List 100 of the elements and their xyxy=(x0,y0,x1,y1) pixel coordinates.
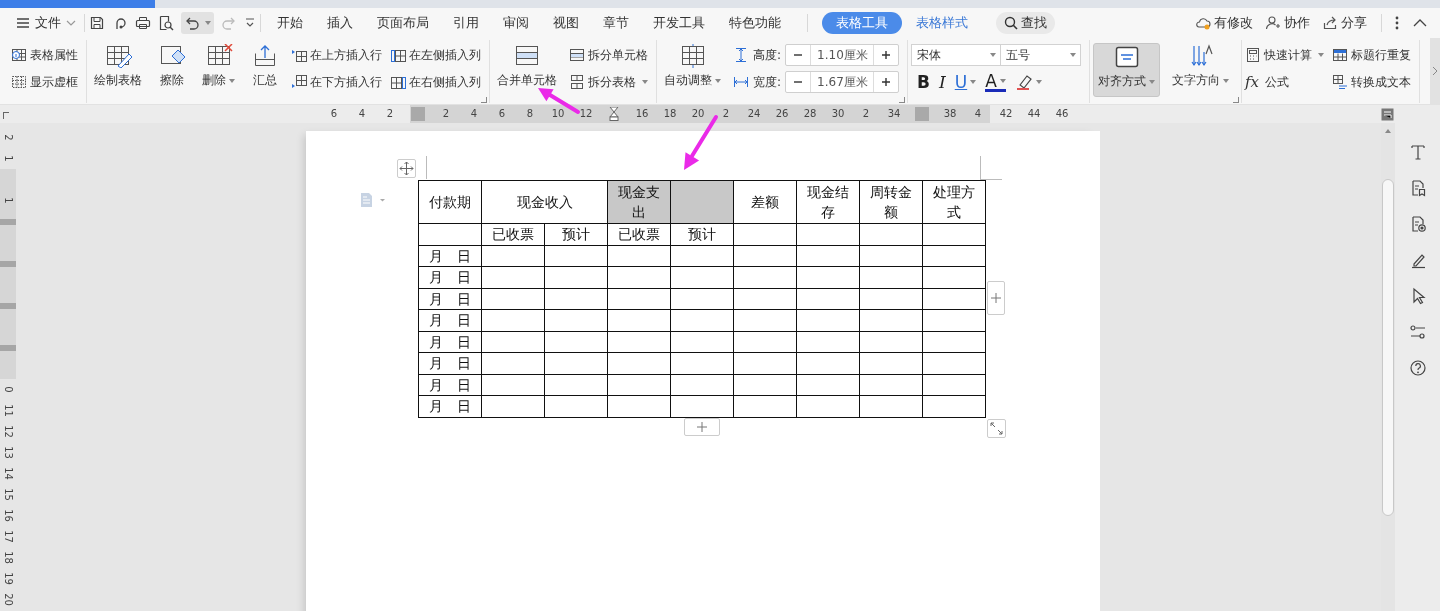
group-launcher[interactable] xyxy=(481,97,487,103)
toolbar-button[interactable]: 有修改 xyxy=(1195,14,1253,32)
ruler-number: 10 xyxy=(550,107,566,121)
ribbon-tab[interactable]: 特色功能 xyxy=(717,12,793,34)
row-marker[interactable] xyxy=(0,344,16,351)
ruler-number: 12 xyxy=(2,425,14,438)
ribbon-tab[interactable]: 引用 xyxy=(441,12,491,34)
ruler-number: 4 xyxy=(973,107,983,121)
toolbar-button[interactable]: 分享 xyxy=(1322,14,1367,32)
number-field[interactable]: 1.67厘米 xyxy=(785,71,900,93)
underline-button[interactable]: U xyxy=(954,72,977,92)
file-menu[interactable]: 文件 xyxy=(14,14,78,32)
ribbon-tab[interactable]: 视图 xyxy=(541,12,591,34)
font-size-select[interactable]: 五号 xyxy=(1001,44,1082,66)
toolbar-button[interactable]: 协作 xyxy=(1265,14,1310,32)
height-icon xyxy=(733,47,749,63)
row-marker[interactable] xyxy=(0,260,16,267)
ribbon-button[interactable]: 显示虚框 xyxy=(11,71,78,93)
ribbon-tab[interactable]: 插入 xyxy=(315,12,365,34)
table-move-handle[interactable] xyxy=(397,159,416,178)
save-icon[interactable] xyxy=(89,15,105,31)
number-field[interactable]: 1.10厘米 xyxy=(785,44,900,66)
bold-button[interactable]: B xyxy=(917,72,930,92)
ribbon-button[interactable]: 标题行重复 xyxy=(1332,44,1412,66)
sliders-icon[interactable] xyxy=(1408,323,1427,341)
indent-marker-icon[interactable] xyxy=(609,107,619,121)
share-icon xyxy=(1322,15,1338,31)
table-cell: 月 日 xyxy=(418,331,482,353)
table-cell: 现金结存 xyxy=(796,180,860,224)
ruler-number: 2 xyxy=(721,107,731,121)
column-marker[interactable] xyxy=(915,107,929,121)
table-cell: 现金收入 xyxy=(481,180,608,224)
table-cell: 月 日 xyxy=(418,374,482,396)
help-icon[interactable] xyxy=(1408,359,1427,377)
ribbon-tab[interactable]: 开始 xyxy=(265,12,315,34)
font-color-button[interactable]: A xyxy=(985,72,1006,92)
ribbon-button[interactable]: 在右侧插入列 xyxy=(390,71,481,93)
table-cell: 预计 xyxy=(670,223,734,245)
ribbon-button[interactable]: fx 公式 xyxy=(1245,71,1325,93)
column-marker[interactable] xyxy=(411,107,425,121)
ribbon-button[interactable]: 删除 xyxy=(198,43,239,97)
text-tool-icon[interactable] xyxy=(1408,143,1427,161)
ruler-number: 20 xyxy=(690,107,706,121)
group-launcher[interactable] xyxy=(1233,97,1240,103)
add-person-icon xyxy=(1265,15,1281,31)
ribbon-button[interactable]: 快速计算 xyxy=(1245,44,1325,66)
highlighter-icon xyxy=(1014,73,1033,91)
scroll-up-icon[interactable] xyxy=(1385,129,1391,133)
ribbon-button[interactable]: 文字方向 xyxy=(1168,43,1234,97)
ribbon-button[interactable]: 在左侧插入列 xyxy=(390,44,481,66)
ribbon-tab[interactable]: 表格样式 xyxy=(902,12,982,34)
ribbon-button[interactable]: 绘制表格 xyxy=(90,43,146,97)
table-cell: 月 日 xyxy=(418,309,482,331)
table-cell: 月 日 xyxy=(418,288,482,310)
ribbon-button[interactable]: 转换成文本 xyxy=(1332,71,1412,93)
ribbon-button[interactable]: 在下方插入行 xyxy=(291,71,382,93)
ribbon-tab[interactable]: 页面布局 xyxy=(365,12,441,34)
ribbon-tab[interactable]: 审阅 xyxy=(491,12,541,34)
ribbon-button[interactable]: 对齐方式 xyxy=(1093,43,1161,97)
row-marker[interactable] xyxy=(0,302,16,309)
italic-button[interactable]: I xyxy=(939,72,946,92)
search-button[interactable]: 查找 xyxy=(996,12,1055,34)
group-launcher[interactable] xyxy=(899,97,906,103)
more-icon[interactable] xyxy=(244,17,256,29)
table-cell: 付款期 xyxy=(418,180,482,224)
ruler-number: 20 xyxy=(2,593,14,606)
ruler-number: 16 xyxy=(634,107,650,121)
scrollbar-thumb[interactable] xyxy=(1382,179,1394,516)
ribbon-tab[interactable]: 开发工具 xyxy=(641,12,717,34)
table-header-icon xyxy=(1332,47,1349,63)
print-icon[interactable] xyxy=(135,15,151,31)
ribbon-button[interactable]: 拆分表格 xyxy=(569,71,648,93)
more-vertical-icon[interactable] xyxy=(1394,15,1400,31)
highlight-button[interactable] xyxy=(1014,73,1042,91)
calculator-icon xyxy=(1245,47,1262,63)
ribbon-button[interactable]: 表格属性 xyxy=(11,44,78,66)
ribbon-button[interactable]: 拆分单元格 xyxy=(569,44,648,66)
ribbon-tab[interactable]: 章节 xyxy=(591,12,641,34)
tab-stop-icon[interactable] xyxy=(3,112,9,119)
field-label: 高度: xyxy=(753,46,782,64)
font-select[interactable]: 宋体 xyxy=(911,44,1002,66)
ribbon-button[interactable]: 汇总 xyxy=(247,43,283,97)
ribbon-button[interactable]: 自动调整 xyxy=(660,43,725,97)
table-resize-handle[interactable] xyxy=(987,418,1006,438)
caret-icon xyxy=(1070,53,1077,57)
ruler-number: 26 xyxy=(774,107,790,121)
print-preview-icon[interactable] xyxy=(158,15,174,31)
ribbon-button[interactable]: 合并单元格 xyxy=(493,43,561,97)
ribbon-button[interactable]: 在上方插入行 xyxy=(291,44,382,66)
ruler-toggle-icon[interactable] xyxy=(1381,108,1394,121)
cloud-icon xyxy=(1195,15,1211,31)
split-cells-icon xyxy=(569,47,585,63)
table-cell: 已收票 xyxy=(607,223,671,245)
insert-column-icon xyxy=(390,74,406,90)
ruler-number: 24 xyxy=(746,107,762,121)
ribbon-button[interactable]: 擦除 xyxy=(154,43,190,97)
undo-button[interactable] xyxy=(181,12,214,34)
collapse-icon[interactable] xyxy=(1412,18,1428,28)
row-marker[interactable] xyxy=(0,218,16,225)
ruler-number: 38 xyxy=(942,107,958,121)
